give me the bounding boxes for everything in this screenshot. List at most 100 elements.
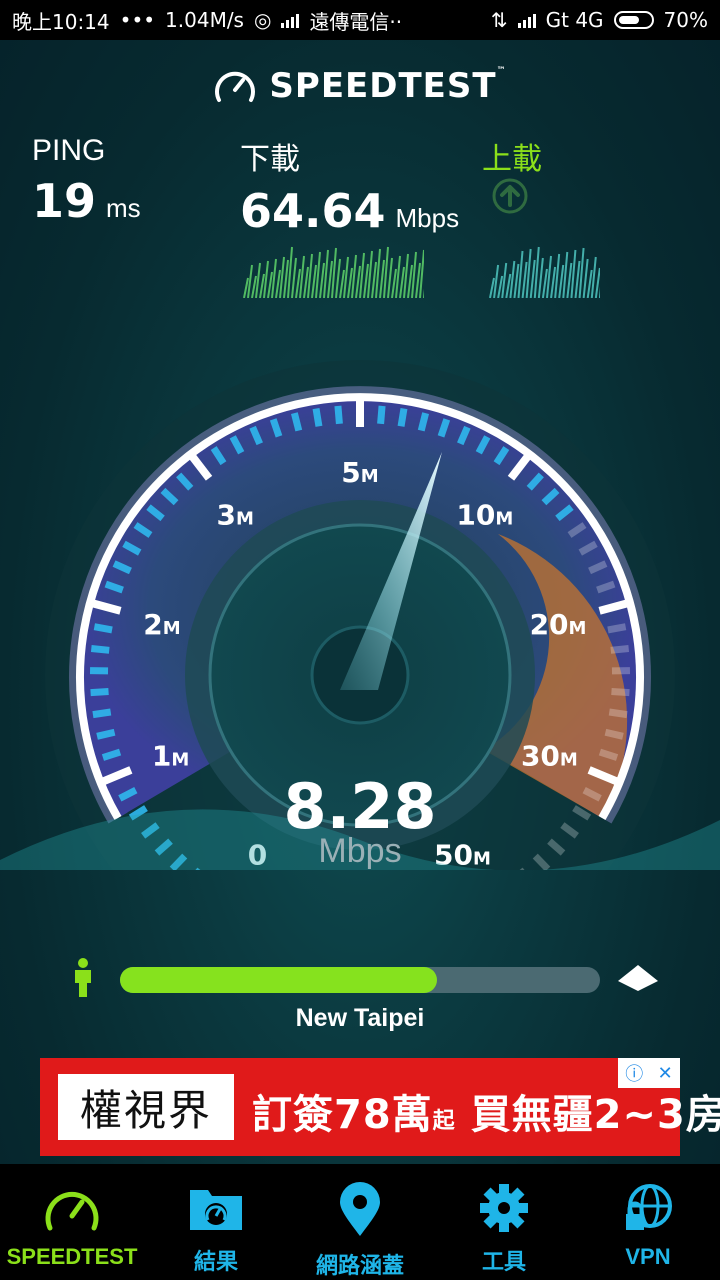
graph-bar — [283, 259, 289, 298]
status-time: 晚上10:14 — [12, 9, 110, 34]
nav-label-coverage: 網路涵蓋 — [315, 1253, 404, 1278]
person-icon — [75, 958, 91, 997]
graph-bar — [594, 267, 600, 298]
graph-bar — [570, 249, 577, 298]
graph-bar — [275, 269, 281, 298]
status-carrier: 遠傳電信·· — [309, 9, 403, 34]
current-speed-unit: Mbps — [318, 832, 402, 870]
graph-bar — [355, 265, 361, 298]
graph-bar — [586, 269, 593, 298]
gauge-minor-tick — [417, 412, 429, 432]
graph-bar — [255, 262, 261, 298]
gauge-minor-tick — [291, 412, 303, 432]
graph-bar — [582, 258, 589, 298]
graph-bar — [327, 260, 333, 298]
download-graph — [243, 246, 424, 298]
graph-bar — [513, 263, 520, 298]
graph-bar — [590, 256, 597, 298]
graph-bar — [319, 262, 325, 298]
download-value: 64.64 — [240, 184, 386, 238]
nav-results[interactable]: 結果 — [144, 1164, 288, 1280]
graph-bar — [363, 263, 369, 298]
vpn-globe-lock-icon — [626, 1184, 672, 1230]
graph-bar — [383, 246, 389, 298]
ad-info-icon[interactable]: ⓘ — [625, 1060, 643, 1086]
hotspot-icon: ◎ — [253, 8, 272, 32]
graph-bar — [529, 259, 536, 298]
graph-bar — [367, 250, 373, 298]
gauge-minor-tick — [90, 687, 109, 697]
graph-bar — [517, 250, 524, 298]
ad-banner[interactable]: 權視界 訂簽78萬起 買無疆2~3房 ⓘ ✕ — [40, 1058, 720, 1156]
graph-bar — [509, 260, 516, 298]
ad-close-icon[interactable]: ✕ — [658, 1063, 673, 1084]
graph-bar — [403, 253, 409, 298]
nav-label-results: 結果 — [193, 1249, 238, 1274]
gauge-minor-tick — [92, 708, 112, 719]
ping-stat: PING 19 ms — [32, 134, 141, 228]
ad-logo: 權視界 — [58, 1074, 234, 1140]
download-unit: Mbps — [395, 203, 460, 233]
gauge-minor-tick — [608, 708, 628, 719]
gauge-minor-tick — [90, 645, 110, 654]
gauge-minor-tick — [397, 408, 408, 427]
upload-arrow-icon — [492, 178, 528, 214]
graph-bar — [391, 268, 397, 298]
ping-value: 19 — [32, 174, 97, 228]
nav-speedtest[interactable]: SPEEDTEST — [0, 1164, 144, 1280]
map-pin-icon — [340, 1182, 380, 1236]
graph-bar — [505, 273, 512, 298]
graph-bar — [351, 254, 357, 298]
nav-vpn[interactable]: VPN — [576, 1164, 720, 1280]
gauge-minor-tick — [604, 728, 624, 740]
signal-icon-2 — [517, 12, 536, 28]
gear-icon — [480, 1184, 528, 1232]
graph-bar — [533, 246, 540, 298]
graph-bar — [415, 262, 421, 298]
nav-label-vpn: VPN — [625, 1244, 671, 1269]
data-arrows-icon: ⇅ — [490, 8, 508, 32]
upload-label: 上載 — [482, 143, 542, 176]
graph-bar — [550, 266, 557, 298]
ping-label: PING — [32, 134, 106, 167]
graph-bar — [315, 251, 321, 298]
nav-tools[interactable]: 工具 — [432, 1164, 576, 1280]
status-network: Gt 4G — [545, 8, 604, 32]
server-location: New Taipei — [295, 1004, 425, 1032]
server-marker-icon — [618, 965, 658, 991]
graph-bar — [323, 249, 329, 298]
graph-bar — [489, 277, 495, 298]
nav-coverage[interactable]: 網路涵蓋 — [288, 1164, 432, 1280]
gauge-minor-tick — [607, 623, 627, 634]
graph-bar — [574, 260, 581, 298]
graph-bar — [291, 257, 297, 298]
graph-bar — [263, 260, 269, 298]
battery-icon — [613, 11, 654, 29]
graph-bar — [541, 268, 548, 298]
graph-bar — [295, 268, 301, 298]
results-folder-icon — [190, 1190, 242, 1230]
download-label: 下載 — [240, 143, 300, 176]
gauge-minor-tick — [96, 728, 116, 740]
gauge-minor-tick — [312, 408, 323, 427]
graph-bar — [562, 251, 569, 298]
graph-bar — [371, 261, 377, 298]
progress-track — [120, 967, 600, 993]
gauge-minor-tick — [377, 405, 386, 425]
graph-bar — [501, 262, 508, 298]
graph-bar — [287, 246, 293, 298]
graph-bar — [407, 264, 413, 298]
status-net-speed: 1.04M/s — [165, 8, 244, 32]
graph-bar — [578, 247, 585, 298]
graph-bar — [399, 266, 405, 298]
gear-hole — [498, 1202, 510, 1214]
graph-bar — [331, 247, 337, 298]
status-dots-icon: ••• — [119, 8, 156, 32]
test-progress — [70, 955, 670, 999]
speedtest-logo-icon — [215, 71, 256, 102]
graph-bar — [335, 258, 341, 298]
graph-bar — [311, 264, 317, 298]
graph-bar — [558, 264, 565, 298]
graph-bar — [554, 253, 561, 298]
graph-bar — [271, 258, 277, 298]
